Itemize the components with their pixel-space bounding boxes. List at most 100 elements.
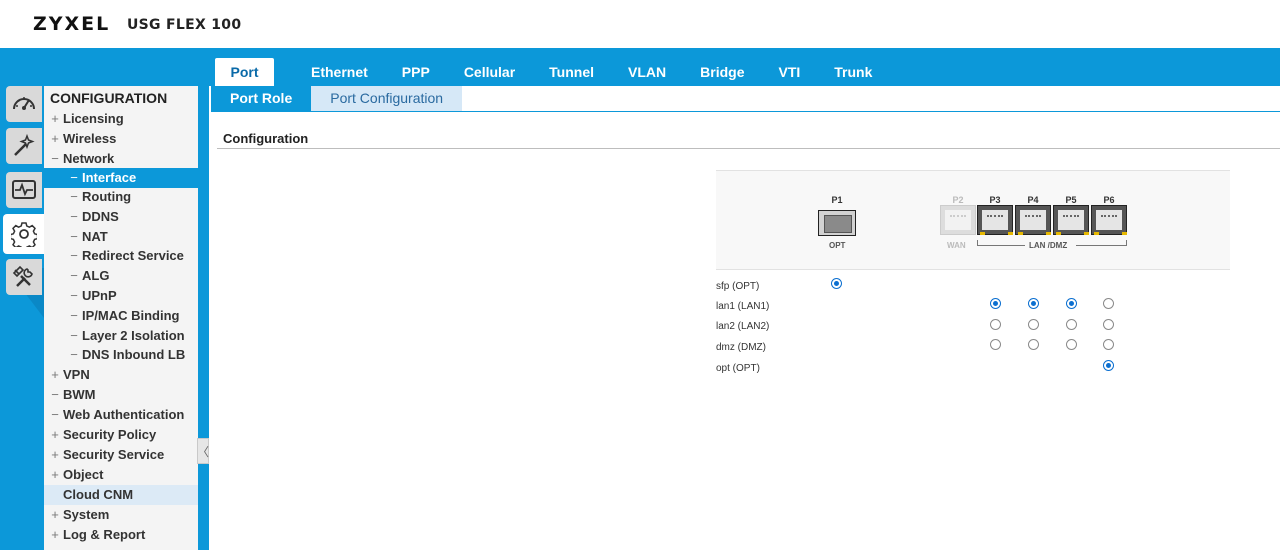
section-title: Configuration [223,131,309,146]
radio-sfp-p1[interactable] [831,278,842,289]
role-label-opt: opt (OPT) [716,363,760,374]
sidebar-edge [198,86,209,550]
sidebar-item-security-policy[interactable]: + Security Policy [44,425,198,445]
dash-icon: − [70,347,78,362]
role-label-lan2: lan2 (LAN2) [716,321,770,332]
device-model: USG FLEX 100 [127,17,242,33]
sidebar-item-ip-mac-binding[interactable]: − IP/MAC Binding [44,306,198,326]
sidebar-item-nat[interactable]: − NAT [44,227,198,247]
expand-icon: + [51,447,59,462]
app-header: ZYXEL USG FLEX 100 [0,0,1280,48]
monitor-icon[interactable] [6,172,42,208]
dash-icon: − [70,170,78,185]
tab-ethernet[interactable]: Ethernet [294,58,385,86]
sidebar-item-label: Network [63,151,115,166]
expand-icon: + [51,111,59,126]
tab-trunk[interactable]: Trunk [817,58,889,86]
radio-dmz-p4[interactable] [1028,339,1039,350]
sidebar-item-label: UPnP [82,288,117,303]
lan-dmz-caption: LAN /DMZ [1029,241,1068,250]
radio-dmz-p6[interactable] [1103,339,1114,350]
port-led [1046,232,1051,235]
role-label-dmz: dmz (DMZ) [716,342,766,353]
sidebar-item-label: System [63,507,110,522]
sidebar-item-alg[interactable]: − ALG [44,266,198,286]
dash-icon: − [51,407,59,422]
radio-lan2-p6[interactable] [1103,319,1114,330]
port-led [980,232,985,235]
ethernet-port-p5 [1053,205,1089,235]
sidebar-item-routing[interactable]: − Routing [44,187,198,207]
sidebar-item-label: Object [63,467,104,482]
maintenance-tools-icon[interactable] [6,259,42,295]
sidebar-item-label: Layer 2 Isolation [82,328,185,343]
radio-lan2-p3[interactable] [990,319,1001,330]
sidebar-item-label: ALG [82,268,110,283]
sidebar-item-label: IP/MAC Binding [82,308,180,323]
sidebar-item-layer2-isolation[interactable]: − Layer 2 Isolation [44,326,198,346]
sidebar-item-security-service[interactable]: + Security Service [44,445,198,465]
quick-setup-icon[interactable] [6,128,42,164]
sidebar-item-label: Log & Report [63,527,146,542]
sidebar-item-redirect-service[interactable]: − Redirect Service [44,246,198,266]
sidebar-item-licensing[interactable]: + Licensing [44,109,198,129]
sidebar-item-object[interactable]: + Object [44,465,198,485]
radio-lan1-p6[interactable] [1103,298,1114,309]
tab-bridge[interactable]: Bridge [683,58,761,86]
port-label-p3: P3 [989,195,1001,205]
menu-title: CONFIGURATION [50,90,168,106]
expand-icon: + [51,427,59,442]
tab-vti[interactable]: VTI [761,58,817,86]
sidebar-item-cloud-cnm[interactable]: Cloud CNM [44,485,198,505]
ethernet-port-p4 [1015,205,1051,235]
sidebar-item-bwm[interactable]: − BWM [44,385,198,405]
dash-icon: − [70,328,78,343]
tab-cellular[interactable]: Cellular [447,58,532,86]
dash-icon: − [70,189,78,204]
sidebar-item-interface[interactable]: − Interface [44,168,198,188]
radio-lan2-p4[interactable] [1028,319,1039,330]
radio-lan1-p3[interactable] [990,298,1001,309]
tab-ppp[interactable]: PPP [385,58,447,86]
port-led [1084,232,1089,235]
subtab-port-configuration[interactable]: Port Configuration [311,86,463,111]
section-divider [217,148,1280,149]
radio-lan2-p5[interactable] [1066,319,1077,330]
collapse-sidebar-button[interactable]: 〈 [197,438,209,464]
tab-port[interactable]: Port [215,58,274,86]
dashboard-icon[interactable] [6,86,42,122]
sidebar-item-web-authentication[interactable]: − Web Authentication [44,405,198,425]
expand-icon: + [51,467,59,482]
dash-icon: − [70,248,78,263]
tab-vlan[interactable]: VLAN [611,58,683,86]
sidebar-item-upnp[interactable]: − UPnP [44,286,198,306]
collapse-icon: − [51,151,59,166]
sidebar-item-label: DNS Inbound LB [82,347,186,362]
subtab-port-role[interactable]: Port Role [211,86,312,111]
role-label-lan1: lan1 (LAN1) [716,301,770,312]
radio-lan1-p5[interactable] [1066,298,1077,309]
sidebar-item-network[interactable]: − Network [44,149,198,169]
dash-icon: − [70,288,78,303]
radio-lan1-p4[interactable] [1028,298,1039,309]
configuration-gear-icon[interactable] [3,214,44,254]
sidebar-item-wireless[interactable]: + Wireless [44,129,198,149]
sidebar-item-dns-inbound-lb[interactable]: − DNS Inbound LB [44,345,198,365]
tab-tunnel[interactable]: Tunnel [532,58,611,86]
lan-bracket-right [1076,240,1127,246]
sidebar-item-label: Web Authentication [63,407,185,422]
radio-opt-p6[interactable] [1103,360,1114,371]
port-led [1094,232,1099,235]
subtab-divider [211,111,1280,112]
dash-icon: − [51,387,59,402]
sidebar-item-ddns[interactable]: − DDNS [44,207,198,227]
radio-dmz-p3[interactable] [990,339,1001,350]
sidebar-item-label: Routing [82,189,132,204]
sidebar-item-vpn[interactable]: + VPN [44,365,198,385]
brand-logo: ZYXEL [33,13,111,35]
lan-bracket-left [977,240,1025,246]
sidebar-item-log-report[interactable]: + Log & Report [44,525,198,545]
port-led [1122,232,1127,235]
sidebar-item-system[interactable]: + System [44,505,198,525]
radio-dmz-p5[interactable] [1066,339,1077,350]
